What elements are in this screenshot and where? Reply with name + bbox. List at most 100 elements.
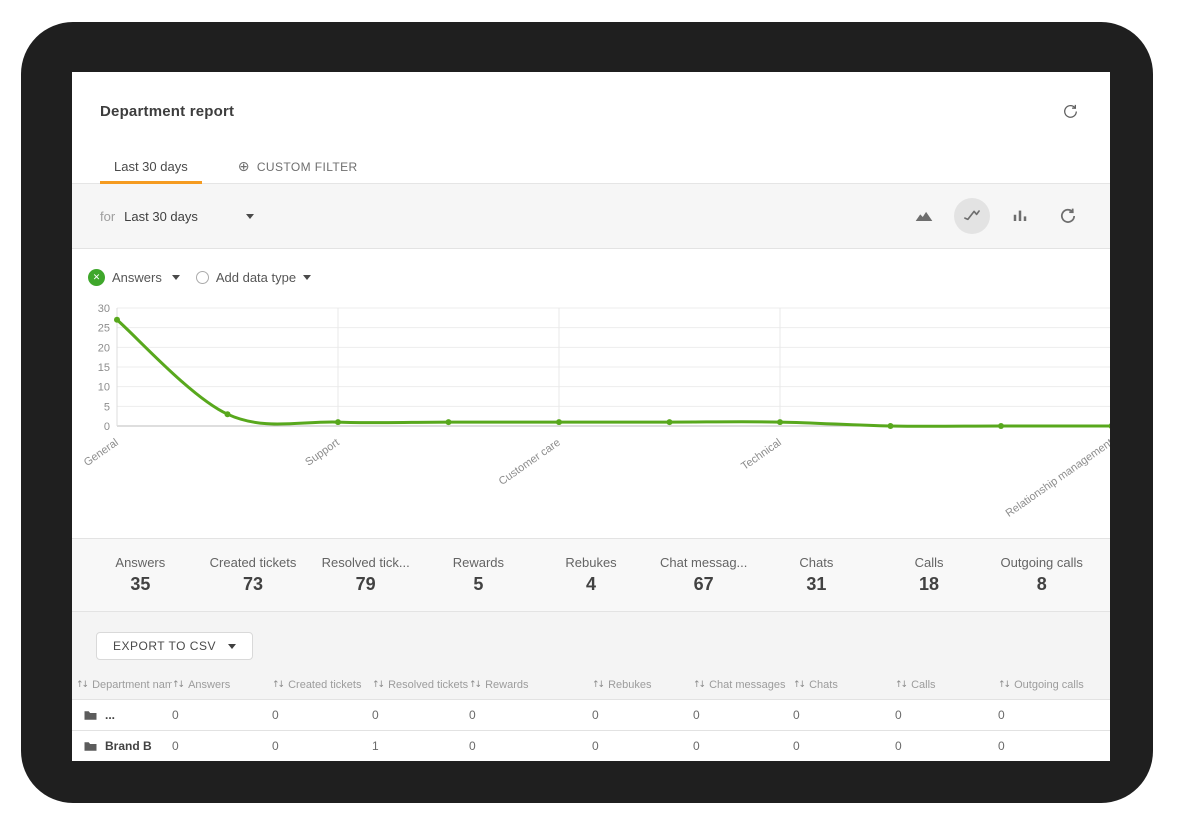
data-point bbox=[556, 419, 562, 425]
series-chip-row: ✕ Answers Add data type bbox=[72, 249, 1110, 293]
refresh-icon bbox=[1062, 103, 1079, 120]
series-chip-answers[interactable]: ✕ Answers bbox=[88, 269, 180, 286]
column-header-department-name[interactable]: ↑↓ Department name bbox=[76, 679, 172, 691]
line-chart-icon bbox=[962, 206, 982, 226]
y-tick-label: 25 bbox=[98, 323, 110, 335]
stat-label: Chat messag... bbox=[660, 555, 747, 570]
cell-created-tickets: 0 bbox=[272, 708, 372, 722]
column-label: Created tickets bbox=[288, 679, 361, 691]
stat-value: 35 bbox=[130, 574, 150, 595]
folder-icon bbox=[84, 741, 97, 752]
chevron-down-icon bbox=[303, 275, 311, 280]
chart-type-group bbox=[906, 198, 1086, 234]
data-point bbox=[335, 419, 341, 425]
x-tick-label: Support bbox=[303, 437, 341, 469]
cell-answers: 0 bbox=[172, 739, 272, 753]
series-chip-label: Answers bbox=[112, 270, 162, 285]
cell-outgoing-calls: 0 bbox=[998, 739, 1110, 753]
stat-value: 8 bbox=[1037, 574, 1047, 595]
column-label: Rebukes bbox=[608, 679, 651, 691]
table-row: Brand B001000000 bbox=[72, 730, 1110, 761]
answers-line-chart: 051015202530GeneralSupportCustomer careT… bbox=[72, 293, 1110, 538]
tab-bar: Last 30 days ⊕ CUSTOM FILTER bbox=[72, 150, 1110, 184]
reload-chart-button[interactable] bbox=[1050, 198, 1086, 234]
cell-chats: 0 bbox=[793, 708, 895, 722]
table-body: ...000000000Brand B001000000 bbox=[72, 699, 1110, 761]
department-cell[interactable]: ... bbox=[76, 708, 172, 722]
export-label: EXPORT TO CSV bbox=[113, 639, 216, 653]
column-label: Department name bbox=[92, 679, 172, 691]
stat-value: 73 bbox=[243, 574, 263, 595]
sort-icon: ↑↓ bbox=[693, 680, 704, 690]
cell-calls: 0 bbox=[895, 708, 998, 722]
filter-bar: for Last 30 days bbox=[72, 184, 1110, 249]
sort-icon: ↑↓ bbox=[76, 680, 87, 690]
column-label: Outgoing calls bbox=[1014, 679, 1084, 691]
stat-created-tickets: Created tickets 73 bbox=[197, 539, 310, 611]
stat-value: 79 bbox=[356, 574, 376, 595]
column-header-calls[interactable]: ↑↓Calls bbox=[895, 679, 998, 691]
y-tick-label: 5 bbox=[104, 401, 110, 413]
tab-custom-filter[interactable]: ⊕ CUSTOM FILTER bbox=[224, 150, 372, 183]
period-select[interactable]: for Last 30 days bbox=[100, 209, 254, 224]
period-prefix: for bbox=[100, 209, 115, 224]
sort-icon: ↑↓ bbox=[793, 680, 804, 690]
sort-icon: ↑↓ bbox=[998, 680, 1009, 690]
stat-chat-messag: Chat messag... 67 bbox=[647, 539, 760, 611]
tab-last-30-days[interactable]: Last 30 days bbox=[100, 150, 202, 183]
stat-calls: Calls18 bbox=[873, 539, 986, 611]
stat-answers: Answers35 bbox=[84, 539, 197, 611]
stat-label: Calls bbox=[915, 555, 944, 570]
y-tick-label: 20 bbox=[98, 342, 110, 354]
column-header-created-tickets[interactable]: ↑↓Created tickets bbox=[272, 679, 372, 691]
cell-rebukes: 0 bbox=[592, 708, 693, 722]
sort-icon: ↑↓ bbox=[172, 680, 183, 690]
column-header-outgoing-calls[interactable]: ↑↓ Outgoing calls bbox=[998, 679, 1110, 691]
stat-rebukes: Rebukes 4 bbox=[535, 539, 648, 611]
reload-chart-icon bbox=[1058, 206, 1078, 226]
chevron-down-icon bbox=[172, 275, 180, 280]
stat-label: Outgoing calls bbox=[1001, 555, 1083, 570]
stat-label: Rebukes bbox=[565, 555, 616, 570]
table-section: EXPORT TO CSV ↑↓Department name↑↓Answers… bbox=[72, 612, 1110, 761]
column-header-rebukes[interactable]: ↑↓Rebukes bbox=[592, 679, 693, 691]
sort-icon: ↑↓ bbox=[895, 680, 906, 690]
department-name: ... bbox=[105, 708, 115, 722]
stat-label: Created tickets bbox=[210, 555, 297, 570]
export-to-csv-button[interactable]: EXPORT TO CSV bbox=[96, 632, 253, 660]
cell-resolved-tickets: 0 bbox=[372, 708, 469, 722]
stat-value: 67 bbox=[694, 574, 714, 595]
cell-rewards: 0 bbox=[469, 739, 592, 753]
column-header-chat-messages[interactable]: ↑↓ Chat messages bbox=[693, 679, 793, 691]
period-value: Last 30 days bbox=[124, 209, 246, 224]
stat-value: 31 bbox=[806, 574, 826, 595]
tab-label: Last 30 days bbox=[114, 159, 188, 174]
radio-circle-icon bbox=[196, 271, 209, 284]
department-cell[interactable]: Brand B bbox=[76, 739, 172, 753]
stat-resolved-tick: Resolved tick...79 bbox=[309, 539, 422, 611]
stat-value: 4 bbox=[586, 574, 596, 595]
cell-answers: 0 bbox=[172, 708, 272, 722]
column-label: Rewards bbox=[485, 679, 528, 691]
chart-section: ✕ Answers Add data type 051015202530Gene… bbox=[72, 249, 1110, 538]
column-header-resolved-tickets[interactable]: ↑↓Resolved tickets bbox=[372, 679, 469, 691]
area-chart-button[interactable] bbox=[906, 198, 942, 234]
refresh-button[interactable] bbox=[1056, 97, 1084, 125]
remove-series-icon[interactable]: ✕ bbox=[88, 269, 105, 286]
add-data-type-control[interactable]: Add data type bbox=[196, 270, 311, 285]
stat-chats: Chats31 bbox=[760, 539, 873, 611]
cell-calls: 0 bbox=[895, 739, 998, 753]
answers-series-line bbox=[117, 320, 1110, 426]
column-header-chats[interactable]: ↑↓Chats bbox=[793, 679, 895, 691]
column-header-answers[interactable]: ↑↓Answers bbox=[172, 679, 272, 691]
line-chart-button[interactable] bbox=[954, 198, 990, 234]
column-label: Chat messages bbox=[709, 679, 785, 691]
bar-chart-button[interactable] bbox=[1002, 198, 1038, 234]
export-row: EXPORT TO CSV bbox=[72, 612, 1110, 671]
y-tick-label: 15 bbox=[98, 362, 110, 374]
column-header-rewards[interactable]: ↑↓Rewards bbox=[469, 679, 592, 691]
bar-chart-icon bbox=[1010, 206, 1030, 226]
cell-rebukes: 0 bbox=[592, 739, 693, 753]
report-panel: Department report Last 30 days ⊕ CUSTOM … bbox=[72, 72, 1110, 761]
cell-resolved-tickets: 1 bbox=[372, 739, 469, 753]
